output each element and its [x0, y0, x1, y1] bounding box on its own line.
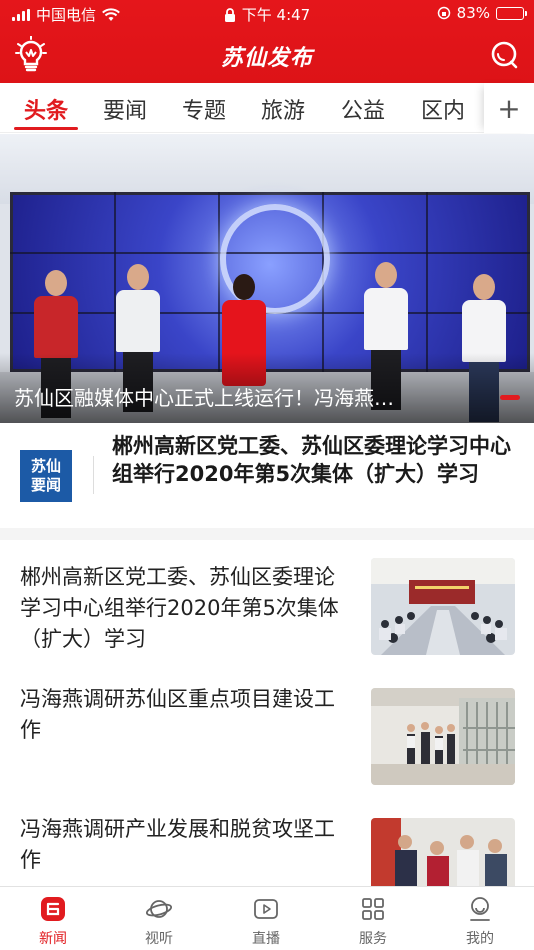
planet-icon	[145, 900, 173, 918]
news-title[interactable]: 冯海燕调研产业发展和脱贫攻坚工作	[20, 814, 355, 876]
battery-icon	[496, 6, 527, 20]
news-icon	[41, 897, 65, 921]
status-bar: 中国电信 下午 4:47 83%	[0, 0, 534, 28]
list-item[interactable]: 冯海燕调研产业发展和脱贫攻坚工作	[0, 800, 534, 886]
tab-district[interactable]: 区内	[421, 93, 465, 125]
list-item[interactable]: 郴州高新区党工委、苏仙区委理论学习中心组举行2020年第5次集体（扩大）学习	[0, 540, 534, 670]
news-title[interactable]: 郴州高新区党工委、苏仙区委理论学习中心组举行2020年第5次集体（扩大）学习	[20, 562, 355, 655]
grid-icon	[362, 898, 384, 920]
lock-icon	[224, 7, 235, 22]
tabbar-profile[interactable]: 我的	[427, 887, 533, 950]
featured-title[interactable]: 郴州高新区党工委、苏仙区委理论学习中心组举行2020年第5次集体（扩大）学习	[112, 432, 522, 488]
tab-charity[interactable]: 公益	[341, 93, 385, 125]
bottom-tab-bar: 新闻 视听 直播 服务 我的	[0, 886, 534, 950]
channel-tabs: 头条 要闻 专题 旅游 公益 区内 +	[0, 83, 534, 133]
carousel-indicator	[500, 395, 520, 400]
hero-caption[interactable]: 苏仙区融媒体中心正式上线运行！冯海燕…	[14, 382, 394, 411]
active-tab-indicator	[14, 127, 78, 130]
list-item[interactable]: 冯海燕调研苏仙区重点项目建设工作	[0, 670, 534, 800]
tab-travel[interactable]: 旅游	[261, 93, 305, 125]
news-title[interactable]: 冯海燕调研苏仙区重点项目建设工作	[20, 684, 355, 746]
tabbar-live[interactable]: 直播	[213, 887, 319, 950]
news-thumbnail	[371, 688, 515, 785]
featured-article[interactable]: 苏仙 要闻 郴州高新区党工委、苏仙区委理论学习中心组举行2020年第5次集体（扩…	[0, 423, 534, 528]
app-bar: 苏仙发布	[0, 28, 534, 83]
tabbar-news[interactable]: 新闻	[0, 887, 106, 950]
clock-time: 下午 4:47	[241, 6, 311, 24]
hero-banner[interactable]: 苏仙区融媒体中心正式上线运行！冯海燕…	[0, 134, 534, 423]
section-divider	[0, 528, 534, 540]
app-title: 苏仙发布	[220, 46, 313, 71]
tab-news[interactable]: 要闻	[103, 93, 147, 125]
tabbar-media[interactable]: 视听	[106, 887, 212, 950]
add-channel-button[interactable]: +	[484, 83, 534, 133]
app-header: 中国电信 下午 4:47 83% 苏仙发布	[0, 0, 534, 83]
profile-icon	[470, 897, 490, 921]
suxian-news-logo: 苏仙 要闻	[20, 450, 72, 502]
tab-topics[interactable]: 专题	[182, 93, 226, 125]
rotation-lock-icon	[437, 6, 450, 20]
battery-percent: 83%	[456, 4, 490, 22]
news-thumbnail	[371, 558, 515, 655]
play-icon	[254, 899, 278, 919]
search-icon[interactable]	[490, 40, 520, 70]
tab-headlines[interactable]: 头条	[24, 93, 68, 125]
tabbar-services[interactable]: 服务	[320, 887, 426, 950]
news-thumbnail	[371, 818, 515, 886]
